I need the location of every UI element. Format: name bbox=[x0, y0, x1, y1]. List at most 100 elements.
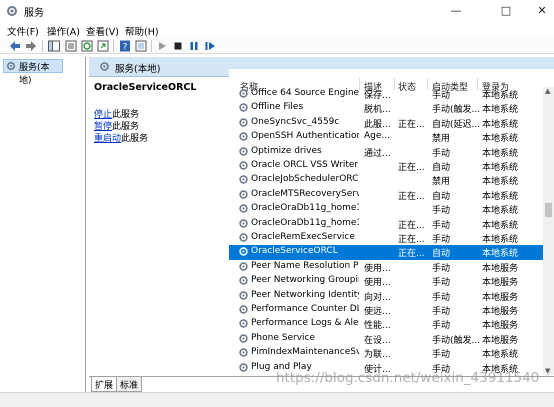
help-icon[interactable]: ? bbox=[118, 39, 132, 53]
service-name: Peer Networking Grouping bbox=[251, 275, 359, 286]
svg-text:?: ? bbox=[123, 43, 128, 53]
stop-service-icon[interactable] bbox=[171, 39, 185, 53]
service-name: Performance Counter DLL ... bbox=[251, 304, 359, 314]
service-row[interactable]: OpenSSH Authentication ... Age... 禁用 本地系统 bbox=[229, 130, 547, 144]
service-name: OracleRemExecService bbox=[251, 232, 355, 242]
service-row[interactable]: Optimize drives 通过... 手动 本地系统 bbox=[229, 145, 547, 159]
service-description: 性能... bbox=[364, 321, 391, 332]
service-row[interactable]: OracleMTSRecoveryService 正在... 自动 本地系统 bbox=[229, 188, 547, 202]
scroll-down-icon[interactable]: ▼ bbox=[545, 367, 550, 375]
service-row[interactable]: PimIndexMaintenanceSvc_... 为联... 手动 本地系统 bbox=[229, 346, 547, 360]
service-description: Age... bbox=[364, 131, 390, 142]
service-row[interactable]: Phone Service 在设... 手动(触发... 本地服务 bbox=[229, 332, 547, 346]
service-name: Offline Files bbox=[251, 102, 304, 113]
toolbar-separator bbox=[113, 40, 114, 52]
selected-service-name: OracleServiceORCL bbox=[94, 82, 197, 93]
service-name: Phone Service bbox=[251, 332, 316, 343]
gear-icon bbox=[100, 62, 109, 71]
service-name: OracleOraDb11g_home1C... bbox=[251, 203, 359, 214]
forward-icon[interactable] bbox=[24, 39, 38, 53]
service-log-on-as: 本地服务 bbox=[482, 335, 519, 346]
scrollbar-thumb[interactable] bbox=[545, 203, 552, 217]
service-startup-type: 禁用 bbox=[432, 177, 451, 188]
service-log-on-as: 本地系统 bbox=[482, 220, 519, 231]
services-pane: 服务(本地) OracleServiceORCL 停止此服务 暂停此服务 重启动… bbox=[89, 57, 554, 407]
show-tree-icon[interactable] bbox=[47, 39, 61, 53]
service-status: 正在... bbox=[398, 119, 425, 130]
service-name: PimIndexMaintenanceSvc_... bbox=[251, 347, 359, 358]
service-log-on-as: 本地系统 bbox=[482, 91, 519, 101]
service-row[interactable]: OracleRemExecService 正在... 手动 本地系统 bbox=[229, 231, 547, 245]
tree-item-services-local[interactable]: 服务(本地) bbox=[3, 59, 63, 86]
service-gear-icon bbox=[239, 233, 248, 242]
service-row[interactable]: Performance Counter DLL ... 使远... 手动 本地服务 bbox=[229, 303, 547, 317]
service-row[interactable]: OneSyncSvc_4559c 此服... 正在... 自动(延迟... 本地系统 bbox=[229, 116, 547, 130]
view-icon[interactable] bbox=[134, 39, 148, 53]
start-service-icon[interactable] bbox=[155, 39, 169, 53]
menu-help[interactable]: 帮助(H) bbox=[125, 24, 159, 38]
service-row[interactable]: OracleOraDb11g_home1C... 手动 本地系统 bbox=[229, 202, 547, 216]
service-row[interactable]: Office 64 Source Engine 保存... 手动 本地系统 bbox=[229, 87, 547, 101]
service-row[interactable]: Peer Networking Grouping 使用... 手动 本地服务 bbox=[229, 274, 547, 288]
properties-icon[interactable] bbox=[64, 39, 78, 53]
service-name: OracleMTSRecoveryService bbox=[251, 188, 359, 199]
service-name: OracleJobSchedulerORCL bbox=[251, 174, 359, 185]
service-gear-icon bbox=[239, 190, 248, 199]
service-row[interactable]: Offline Files 脱机... 手动(触发... 本地系统 bbox=[229, 101, 547, 115]
menu-action[interactable]: 操作(A) bbox=[47, 24, 80, 38]
service-log-on-as: 本地系统 bbox=[482, 177, 519, 188]
service-startup-type: 手动 bbox=[432, 292, 451, 303]
tab-extended[interactable]: 扩展 bbox=[91, 377, 118, 392]
restart-service-icon[interactable] bbox=[203, 39, 217, 53]
service-log-on-as: 本地系统 bbox=[482, 249, 519, 260]
service-startup-type: 手动 bbox=[432, 91, 451, 101]
minimize-button[interactable]: — bbox=[442, 0, 470, 22]
service-gear-icon bbox=[239, 262, 248, 271]
service-name: Peer Networking Identity ... bbox=[251, 289, 359, 300]
service-log-on-as: 本地服务 bbox=[482, 321, 519, 332]
restart-service-link[interactable]: 重启动 bbox=[94, 134, 121, 144]
service-startup-type: 手动 bbox=[432, 206, 451, 217]
service-gear-icon bbox=[239, 146, 248, 156]
pause-service-icon[interactable] bbox=[187, 39, 201, 53]
service-startup-type: 手动 bbox=[432, 350, 451, 361]
service-status: 正在... bbox=[398, 191, 425, 202]
service-description: 使用... bbox=[364, 263, 391, 274]
export-icon[interactable] bbox=[96, 39, 110, 53]
service-name: Optimize drives bbox=[251, 145, 322, 156]
service-row[interactable]: OracleJobSchedulerORCL 禁用 本地系统 bbox=[229, 173, 547, 187]
service-description: 脱机... bbox=[364, 105, 391, 116]
service-log-on-as: 本地系统 bbox=[482, 119, 519, 130]
service-row[interactable]: OracleOraDb11g_home1T... 正在... 手动 本地系统 bbox=[229, 217, 547, 231]
tab-standard[interactable]: 标准 bbox=[116, 377, 143, 392]
service-startup-type: 自动 bbox=[432, 191, 451, 202]
close-button[interactable]: ✕ bbox=[528, 0, 554, 22]
service-row[interactable]: Peer Networking Identity ... 向对... 手动 本地服务 bbox=[229, 289, 547, 303]
services-list: 名称 描述 状态 启动类型 登录为 Office 64 Source Engin… bbox=[229, 69, 554, 377]
service-gear-icon bbox=[239, 89, 248, 98]
service-gear-icon bbox=[239, 103, 248, 113]
service-description: 使远... bbox=[364, 307, 391, 317]
service-description: 使用... bbox=[364, 278, 391, 289]
menu-file[interactable]: 文件(F) bbox=[7, 24, 39, 38]
service-startup-type: 禁用 bbox=[432, 134, 451, 145]
back-icon[interactable] bbox=[8, 39, 22, 53]
menu-view[interactable]: 查看(V) bbox=[86, 24, 119, 38]
service-log-on-as: 本地系统 bbox=[482, 206, 519, 217]
vertical-scrollbar[interactable]: ▲ ▼ bbox=[543, 87, 554, 375]
service-row[interactable]: Peer Name Resolution Pro... 使用... 手动 本地服务 bbox=[229, 260, 547, 274]
service-startup-type: 手动 bbox=[432, 148, 451, 159]
maximize-button[interactable]: □ bbox=[492, 0, 520, 22]
service-status: 正在... bbox=[398, 220, 425, 231]
service-description: 通过... bbox=[364, 148, 391, 159]
service-gear-icon bbox=[239, 319, 248, 329]
service-description: 此服... bbox=[364, 119, 391, 130]
scroll-up-icon[interactable]: ▲ bbox=[545, 87, 550, 95]
service-startup-type: 手动(触发... bbox=[432, 335, 480, 346]
service-row[interactable]: Performance Logs & Alerts 性能... 手动 本地服务 bbox=[229, 317, 547, 331]
service-row[interactable]: OracleServiceORCL 正在... 自动 本地系统 bbox=[229, 245, 547, 260]
refresh-icon[interactable] bbox=[80, 39, 94, 53]
service-gear-icon bbox=[239, 204, 248, 213]
service-row[interactable]: Oracle ORCL VSS Writer S... 正在... 自动 本地系统 bbox=[229, 159, 547, 173]
service-startup-type: 手动 bbox=[432, 263, 451, 274]
